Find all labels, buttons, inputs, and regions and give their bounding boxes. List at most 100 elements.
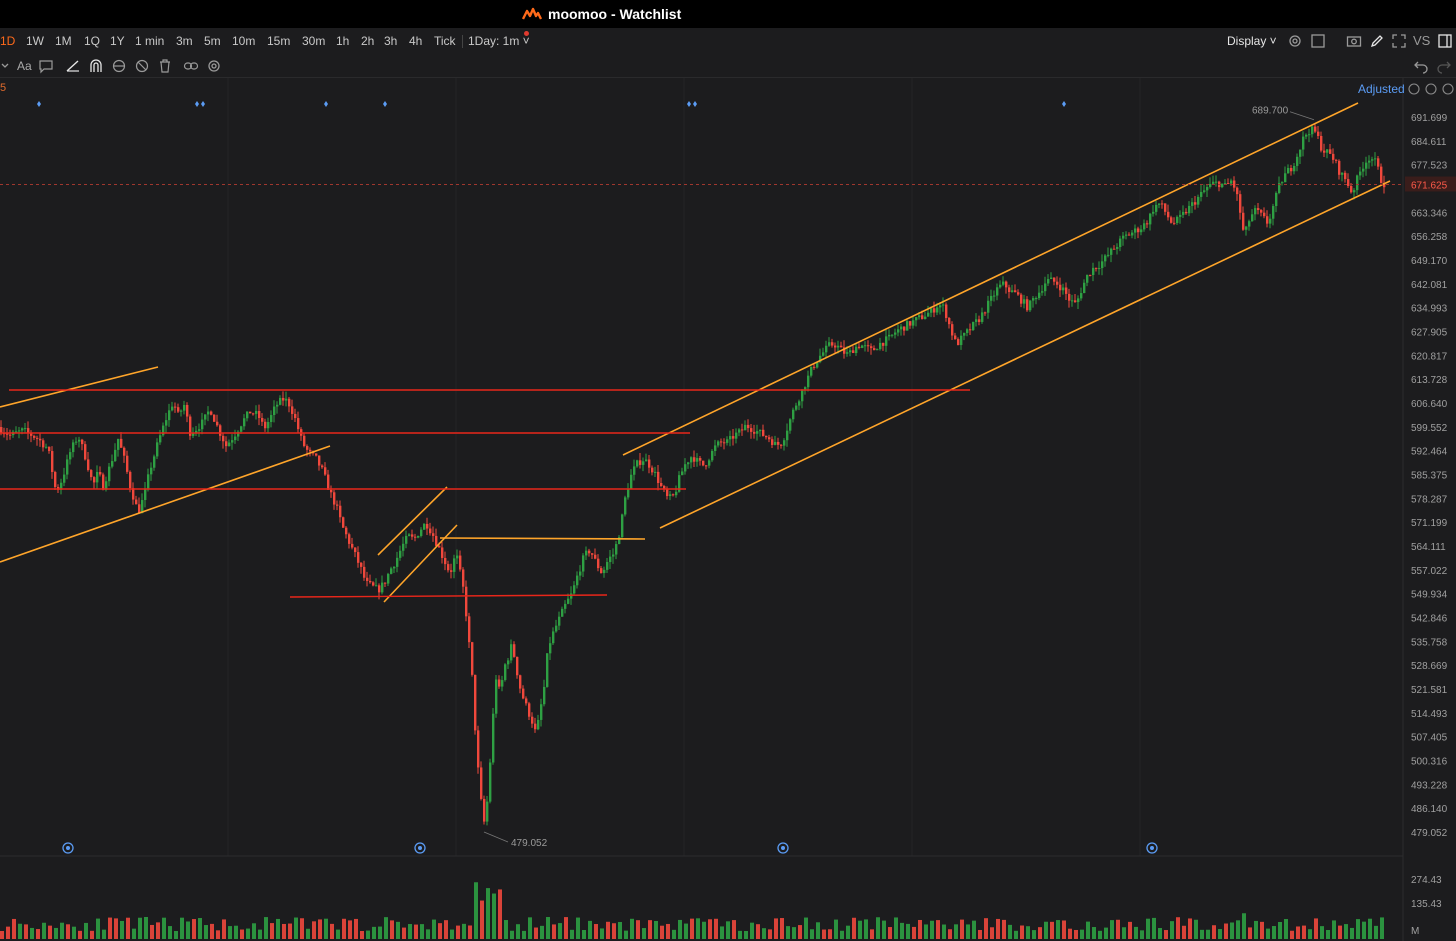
text-tool-label[interactable]: Aa: [17, 59, 32, 73]
magnet-icon[interactable]: [88, 58, 104, 74]
volume-bar: [1368, 918, 1372, 939]
candle-body: [147, 474, 150, 489]
trendline-tool-icon[interactable]: [65, 58, 81, 74]
timeframe-1min[interactable]: 1 min: [135, 34, 164, 48]
volume-bar: [828, 929, 832, 939]
zoom-in-icon[interactable]: [1442, 83, 1454, 95]
compare-vs-button[interactable]: VS: [1413, 33, 1430, 48]
timeframe-1d[interactable]: 1D: [0, 34, 15, 48]
volume-bar: [1344, 924, 1348, 939]
timeframe-1w[interactable]: 1W: [26, 34, 44, 48]
timeframe-10m[interactable]: 10m: [232, 34, 255, 48]
price-tick-label: 500.316: [1411, 757, 1448, 768]
candle-body: [600, 568, 603, 574]
display-dropdown[interactable]: Display ˅: [1227, 34, 1277, 48]
candle-body: [360, 562, 363, 567]
trendline[interactable]: [659, 180, 1391, 529]
volume-bar: [1284, 919, 1288, 939]
candle-body: [699, 458, 702, 461]
timeframe-3h[interactable]: 3h: [384, 34, 397, 48]
volume-bar: [1176, 917, 1180, 939]
timeframe-1m[interactable]: 1M: [55, 34, 72, 48]
zoom-out-icon[interactable]: [1425, 83, 1437, 95]
dropdown-caret-icon[interactable]: [0, 58, 16, 74]
trendline[interactable]: [0, 366, 159, 408]
trendline[interactable]: [0, 445, 331, 563]
trash-icon[interactable]: [157, 58, 173, 74]
event-marker[interactable]: [383, 101, 387, 107]
candle-body: [33, 435, 36, 438]
pen-icon[interactable]: [1369, 33, 1385, 49]
timeframe-15m[interactable]: 15m: [267, 34, 290, 48]
timeframe-1q[interactable]: 1Q: [84, 34, 100, 48]
trendline[interactable]: [439, 537, 646, 540]
volume-bar: [1068, 928, 1072, 939]
redo-icon[interactable]: [1436, 58, 1452, 74]
timeframe-1y[interactable]: 1Y: [110, 34, 125, 48]
volume-bar: [900, 922, 904, 939]
timeframe-tick[interactable]: Tick: [434, 34, 456, 48]
candle-body: [1260, 210, 1263, 213]
volume-bar: [1146, 918, 1150, 939]
fullscreen-icon[interactable]: [1391, 33, 1407, 49]
layout-icon[interactable]: [1310, 33, 1326, 49]
candle-body: [45, 446, 48, 448]
event-marker[interactable]: [195, 101, 199, 107]
camera-icon[interactable]: [1346, 33, 1362, 49]
candle-body: [744, 424, 747, 431]
candle-body: [657, 471, 660, 484]
volume-bar: [42, 922, 46, 939]
comment-icon[interactable]: [38, 58, 54, 74]
price-tick-label: 634.993: [1411, 304, 1448, 315]
candle-body: [981, 312, 984, 322]
volume-bar: [768, 929, 772, 939]
timeframe-5m[interactable]: 5m: [204, 34, 221, 48]
panel-toggle-icon[interactable]: [1437, 33, 1453, 49]
candle-body: [522, 688, 525, 699]
volume-bar: [432, 919, 436, 939]
volume-tick-label: M: [1411, 926, 1419, 937]
timeframe-1h[interactable]: 1h: [336, 34, 349, 48]
volume-bar: [510, 930, 514, 939]
undo-icon[interactable]: [1413, 58, 1429, 74]
link-icon[interactable]: [183, 58, 199, 74]
candle-body: [912, 320, 915, 326]
timeframe-30m[interactable]: 30m: [302, 34, 325, 48]
price-tick-label: 564.111: [1411, 542, 1446, 553]
volume-bar: [306, 928, 310, 939]
timeframe-3m[interactable]: 3m: [176, 34, 193, 48]
event-marker[interactable]: [37, 101, 41, 107]
event-marker[interactable]: [324, 101, 328, 107]
volume-bar: [1302, 925, 1306, 939]
event-marker[interactable]: [687, 101, 691, 107]
reset-zoom-icon[interactable]: [1408, 83, 1420, 95]
timeframe-2h[interactable]: 2h: [361, 34, 374, 48]
trendline[interactable]: [622, 102, 1359, 456]
event-marker[interactable]: [1062, 101, 1066, 107]
candle-body: [690, 457, 693, 463]
candle-body: [1137, 228, 1140, 233]
chart-area[interactable]: 689.700 479.052 691.699 684.611 677.523 671.…: [0, 78, 1456, 941]
indicator-label[interactable]: 5: [0, 82, 6, 94]
candle-body: [708, 460, 711, 466]
price-axis[interactable]: 691.699 684.611 677.523 671.625 663.346 656.2…: [1405, 83, 1456, 937]
volume-bar: [1272, 926, 1276, 939]
candle-body: [435, 535, 438, 546]
candle-body: [756, 431, 759, 434]
timeframe-4h[interactable]: 4h: [409, 34, 422, 48]
candle-body: [456, 555, 459, 559]
adjusted-toggle[interactable]: Adjusted: [1358, 82, 1405, 96]
candlestick-chart[interactable]: 689.700 479.052 691.699 684.611 677.523 671.…: [0, 78, 1456, 941]
volume-bar: [1038, 927, 1042, 939]
candle-body: [426, 523, 429, 529]
settings-icon[interactable]: [1287, 33, 1303, 49]
event-marker[interactable]: [693, 101, 697, 107]
hide-drawings-icon[interactable]: [134, 58, 150, 74]
horizontal-level[interactable]: [289, 594, 608, 598]
candle-body: [375, 585, 378, 587]
interval-select[interactable]: 1Day: 1m ˅: [468, 34, 530, 48]
event-marker[interactable]: [201, 101, 205, 107]
drawing-settings-icon[interactable]: [206, 58, 222, 74]
lock-drawings-icon[interactable]: [111, 58, 127, 74]
volume-bar: [228, 926, 232, 939]
